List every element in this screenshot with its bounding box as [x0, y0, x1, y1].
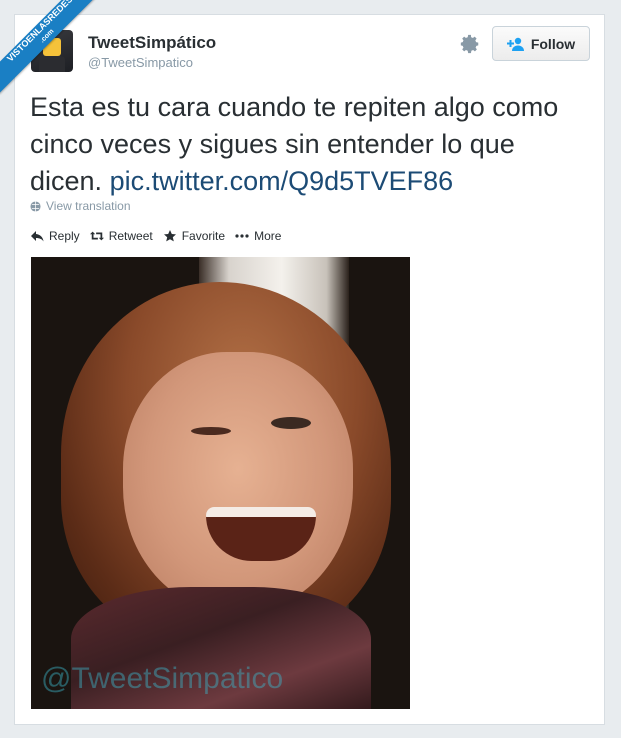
star-icon	[163, 230, 176, 242]
favorite-label: Favorite	[181, 229, 226, 243]
gear-icon[interactable]	[459, 33, 481, 55]
view-translation-label: View translation	[46, 199, 131, 213]
retweet-icon	[89, 231, 104, 241]
view-translation[interactable]: View translation	[30, 199, 131, 213]
more-button[interactable]: More	[235, 229, 281, 243]
add-user-icon	[506, 37, 524, 51]
retweet-button[interactable]: Retweet	[89, 229, 153, 243]
photo-face	[123, 352, 353, 612]
reply-icon	[31, 231, 44, 242]
reply-label: Reply	[49, 229, 80, 243]
tweet-actions: Reply Retweet Favorite More	[30, 229, 281, 243]
user-name[interactable]: TweetSimpático	[88, 33, 216, 53]
follow-label: Follow	[530, 35, 576, 52]
more-label: More	[254, 229, 282, 243]
reply-button[interactable]: Reply	[30, 229, 80, 243]
tweet-link[interactable]: pic.twitter.com/Q9d5TVEF86	[110, 166, 454, 196]
photo-eye-right	[271, 417, 311, 429]
tweet-text: Esta es tu cara cuando te repiten algo c…	[30, 89, 585, 200]
user-handle[interactable]: @TweetSimpatico	[88, 55, 193, 70]
photo-eye-left	[191, 427, 231, 435]
tweet-photo[interactable]: @TweetSimpatico	[31, 257, 410, 709]
globe-icon	[30, 200, 41, 212]
avatar-body	[39, 56, 65, 72]
more-icon	[235, 234, 249, 238]
follow-button[interactable]: Follow	[492, 26, 590, 61]
retweet-label: Retweet	[108, 229, 153, 243]
favorite-button[interactable]: Favorite	[163, 229, 225, 243]
photo-watermark: @TweetSimpatico	[41, 662, 284, 695]
